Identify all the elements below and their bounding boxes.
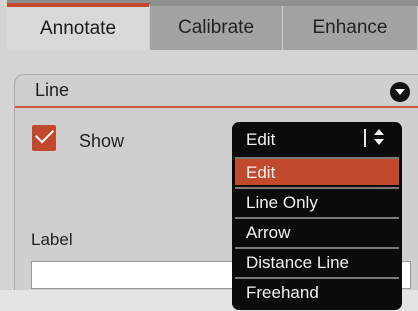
mode-dropdown[interactable]: Edit Edit Line Only Arrow Distance Line …	[232, 122, 402, 310]
tab-enhance[interactable]: Enhance	[283, 6, 418, 50]
dropdown-divider	[364, 129, 366, 147]
tab-calibrate[interactable]: Calibrate	[150, 6, 283, 50]
dropdown-option-distance-line[interactable]: Distance Line	[235, 247, 399, 275]
up-down-arrows-icon[interactable]	[372, 129, 386, 147]
stage: Annotate Calibrate Enhance Line Show Lab…	[0, 0, 418, 311]
dropdown-option-line-only[interactable]: Line Only	[235, 187, 399, 215]
tab-bar: Annotate Calibrate Enhance	[7, 0, 418, 50]
dropdown-option-freehand[interactable]: Freehand	[235, 277, 399, 305]
dropdown-option-arrow[interactable]: Arrow	[235, 217, 399, 245]
tab-annotate[interactable]: Annotate	[7, 3, 150, 50]
collapse-down-icon[interactable]	[390, 82, 410, 102]
show-label: Show	[79, 131, 125, 151]
label-caption: Label	[31, 230, 73, 249]
dropdown-option-edit[interactable]: Edit	[235, 157, 399, 185]
panel-header[interactable]: Line	[15, 75, 418, 108]
panel-title: Line	[35, 80, 70, 100]
show-checkbox[interactable]	[32, 125, 56, 151]
